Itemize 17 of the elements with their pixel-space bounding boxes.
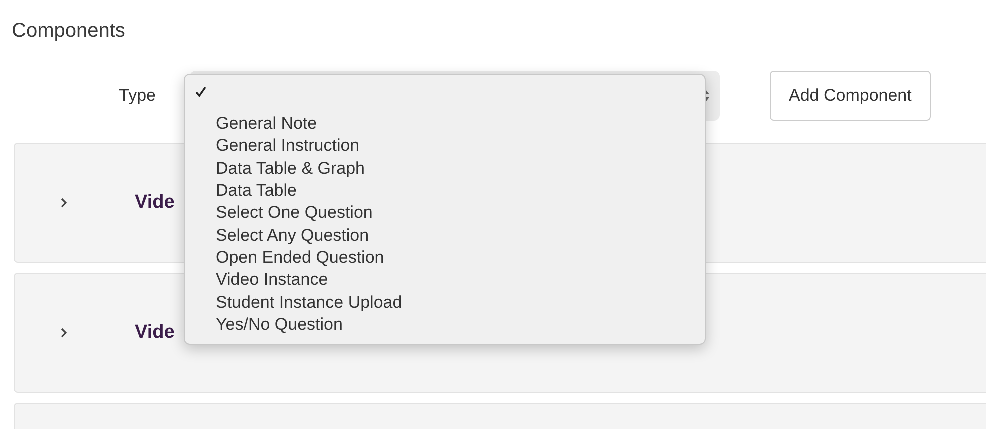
dropdown-option[interactable]: Data Table & Graph	[216, 158, 365, 179]
dropdown-option[interactable]: Student Instance Upload	[216, 292, 402, 313]
section-heading: Components	[12, 19, 126, 44]
dropdown-option[interactable]: Select One Question	[216, 203, 373, 224]
type-label: Type	[118, 86, 156, 106]
component-title: Vide	[135, 192, 175, 214]
dropdown-option[interactable]: Select Any Question	[216, 226, 370, 246]
dropdown-option[interactable]: General Instruction	[216, 136, 360, 156]
component-title: Vide	[135, 322, 175, 344]
dropdown-option[interactable]: Yes/No Question	[216, 314, 343, 335]
dropdown-option[interactable]: Open Ended Question	[216, 248, 384, 268]
chevron-icon[interactable]	[59, 326, 69, 340]
dropdown-option[interactable]: Video Instance	[216, 270, 328, 290]
chevron-icon[interactable]	[59, 196, 69, 210]
dropdown-option[interactable]: General Note	[216, 114, 318, 134]
dropdown-option[interactable]: Data Table	[216, 181, 297, 202]
add-component-button[interactable]: Add Component	[770, 71, 931, 121]
